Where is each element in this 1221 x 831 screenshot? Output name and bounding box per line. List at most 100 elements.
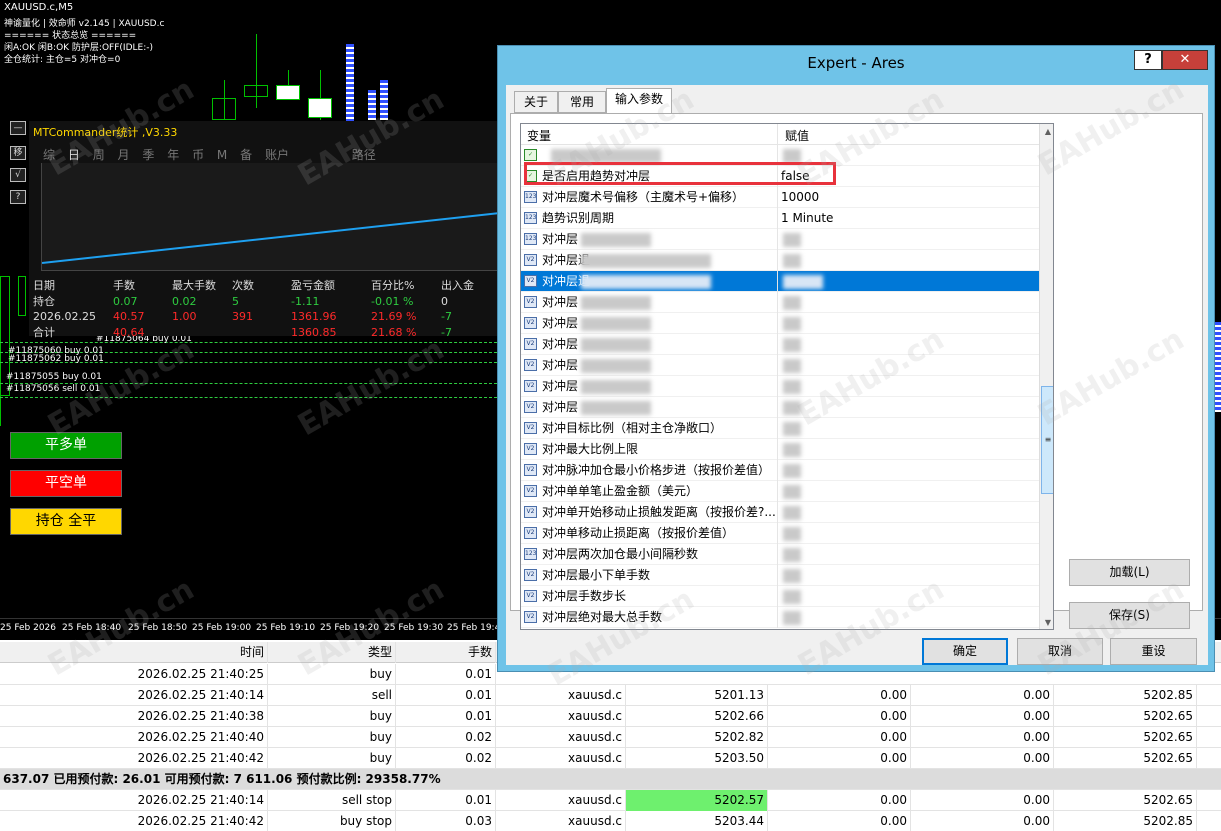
- stats-tab-week[interactable]: 周: [93, 148, 105, 162]
- stats-tab-note[interactable]: 备: [240, 148, 252, 162]
- vertical-scrollbar[interactable]: ▲ ≡ ▼: [1039, 124, 1053, 629]
- tab-common[interactable]: 常用: [558, 91, 606, 113]
- param-value[interactable]: 10000: [781, 187, 819, 208]
- param-row[interactable]: V2 对冲目标比例（相对主仓净敞口）: [521, 418, 1039, 439]
- param-name: 对冲最大比例上限: [542, 442, 639, 456]
- column-divider: [777, 523, 778, 544]
- stats-cell: 5: [232, 294, 239, 308]
- param-row[interactable]: V2 对冲脉冲加仓最小价格步进（按报价差值）: [521, 460, 1039, 481]
- redacted-block: [783, 464, 801, 478]
- redacted-block: [783, 569, 801, 583]
- param-value[interactable]: 1 Minute: [781, 208, 833, 229]
- minimize-panel-button[interactable]: —: [10, 121, 26, 135]
- param-name: 对冲单移动止损距离（按报价差值）: [542, 526, 735, 540]
- param-row[interactable]: V2 对冲最大比例上限: [521, 439, 1039, 460]
- account-summary: 637.07 已用预付款: 26.01 可用预付款: 7 611.06 预付款比…: [3, 772, 441, 786]
- stats-tab-month[interactable]: 月: [118, 148, 130, 162]
- param-row[interactable]: V2 对冲层: [521, 376, 1039, 397]
- param-row[interactable]: V2 对冲层退: [521, 271, 1039, 292]
- stats-row: 合计 40.64 1360.85 21.68 % -7: [33, 324, 491, 340]
- grid-header-divider[interactable]: [777, 124, 778, 145]
- stats-tab-currency[interactable]: 币: [192, 148, 204, 162]
- grid-header-name[interactable]: 变量: [527, 127, 551, 144]
- expert-dialog: Expert - Ares ? ✕ 关于 常用 输入参数 变量 赋值 ✓ ✓ 是否启…: [497, 45, 1215, 672]
- cell-sl: 0.00: [768, 727, 911, 748]
- cell-symbol: xauusd.c: [496, 727, 626, 748]
- table-row[interactable]: 2026.02.25 21:40:40 buy 0.02 xauusd.c 52…: [0, 727, 1221, 748]
- scroll-up-icon[interactable]: ▲: [1040, 124, 1053, 140]
- redacted-block: [783, 317, 801, 331]
- order-line[interactable]: [0, 397, 497, 398]
- close-button[interactable]: ✕: [1162, 50, 1208, 70]
- column-header-lots[interactable]: 手数: [396, 642, 496, 663]
- scroll-down-icon[interactable]: ▼: [1040, 615, 1053, 629]
- stats-tab-year[interactable]: 年: [167, 148, 179, 162]
- stats-tab-path[interactable]: 路径: [352, 148, 376, 162]
- param-name: 趋势识别周期: [542, 211, 615, 225]
- redacted-block: [783, 485, 801, 499]
- param-row[interactable]: V2 对冲层: [521, 355, 1039, 376]
- stats-tab-account[interactable]: 账户: [265, 148, 289, 162]
- stats-tab-summary[interactable]: 综: [43, 148, 55, 162]
- cell-current: 5202.85: [1054, 811, 1197, 831]
- close-long-button[interactable]: 平多单: [10, 432, 122, 459]
- help-panel-button[interactable]: ?: [10, 190, 26, 204]
- cell-price: 5202.66: [626, 706, 768, 727]
- param-row[interactable]: V2 对冲层: [521, 292, 1039, 313]
- close-short-button[interactable]: 平空单: [10, 470, 122, 497]
- reset-button[interactable]: 重设: [1110, 638, 1197, 665]
- cell-lots: 0.01: [396, 685, 496, 706]
- double-param-icon: V2: [524, 254, 537, 266]
- save-button[interactable]: 保存(S): [1069, 602, 1190, 629]
- param-row[interactable]: 123 对冲层两次加仓最小间隔秒数: [521, 544, 1039, 565]
- column-divider: [777, 586, 778, 607]
- column-divider: [777, 397, 778, 418]
- order-line[interactable]: [0, 342, 497, 343]
- param-row[interactable]: V2 对冲层: [521, 397, 1039, 418]
- time-tick: 25 Feb 18:40: [62, 623, 122, 633]
- param-row[interactable]: V2 对冲层最小下单手数: [521, 565, 1039, 586]
- param-row[interactable]: V2 对冲单单笔止盈金额（美元）: [521, 481, 1039, 502]
- column-divider: [777, 334, 778, 355]
- param-row[interactable]: V2 对冲层绝对最大总手数: [521, 607, 1039, 628]
- int-param-icon: 123: [524, 212, 537, 224]
- param-row[interactable]: 123 趋势识别周期 1 Minute: [521, 208, 1039, 229]
- table-row[interactable]: 2026.02.25 21:40:42 buy 0.02 xauusd.c 52…: [0, 748, 1221, 769]
- param-row[interactable]: 123 对冲层魔术号偏移（主魔术号+偏移） 10000: [521, 187, 1039, 208]
- cell-time: 2026.02.25 21:40:38: [0, 706, 268, 727]
- param-row[interactable]: V2 对冲单开始移动止损触发距离（按报价差?...: [521, 502, 1039, 523]
- load-button[interactable]: 加载(L): [1069, 559, 1190, 586]
- close-all-button[interactable]: 持仓 全平: [10, 508, 122, 535]
- stats-header: 百分比%: [371, 279, 415, 292]
- stats-tab-quarter[interactable]: 季: [142, 148, 154, 162]
- column-header-type[interactable]: 类型: [268, 642, 396, 663]
- parameter-grid[interactable]: 变量 赋值 ✓ ✓ 是否启用趋势对冲层 false 123 对冲层魔术号偏移（主魔术号+偏…: [520, 123, 1054, 630]
- param-row[interactable]: V2 对冲层退: [521, 250, 1039, 271]
- help-button[interactable]: ?: [1134, 50, 1162, 70]
- table-row[interactable]: 2026.02.25 21:40:42 buy stop 0.03 xauusd…: [0, 811, 1221, 831]
- stats-tab-magic[interactable]: M: [217, 148, 227, 162]
- cell-tp: 0.00: [911, 811, 1054, 831]
- table-row[interactable]: 2026.02.25 21:40:14 sell 0.01 xauusd.c 5…: [0, 685, 1221, 706]
- param-row[interactable]: V2 对冲层: [521, 313, 1039, 334]
- stats-header: 最大手数: [172, 279, 216, 292]
- table-row[interactable]: 2026.02.25 21:40:14 sell stop 0.01 xauus…: [0, 790, 1221, 811]
- param-row[interactable]: 123 对冲层: [521, 229, 1039, 250]
- stats-tab-day[interactable]: 日: [68, 148, 80, 162]
- stats-header: 手数: [113, 279, 135, 292]
- confirm-panel-button[interactable]: √: [10, 168, 26, 182]
- table-row[interactable]: 2026.02.25 21:40:38 buy 0.01 xauusd.c 52…: [0, 706, 1221, 727]
- redacted-block: [783, 233, 801, 247]
- cell-price: 5202.82: [626, 727, 768, 748]
- tab-about[interactable]: 关于: [514, 91, 558, 113]
- ok-button[interactable]: 确定: [922, 638, 1008, 665]
- cancel-button[interactable]: 取消: [1017, 638, 1103, 665]
- scroll-thumb[interactable]: ≡: [1041, 386, 1053, 494]
- param-row[interactable]: V2 对冲层: [521, 334, 1039, 355]
- grid-header-value[interactable]: 赋值: [785, 127, 809, 144]
- move-panel-button[interactable]: 移: [10, 146, 26, 160]
- param-row[interactable]: V2 对冲层手数步长: [521, 586, 1039, 607]
- column-header-time[interactable]: 时间: [0, 642, 268, 663]
- param-row[interactable]: V2 对冲单移动止损距离（按报价差值）: [521, 523, 1039, 544]
- tab-inputs[interactable]: 输入参数: [606, 88, 672, 114]
